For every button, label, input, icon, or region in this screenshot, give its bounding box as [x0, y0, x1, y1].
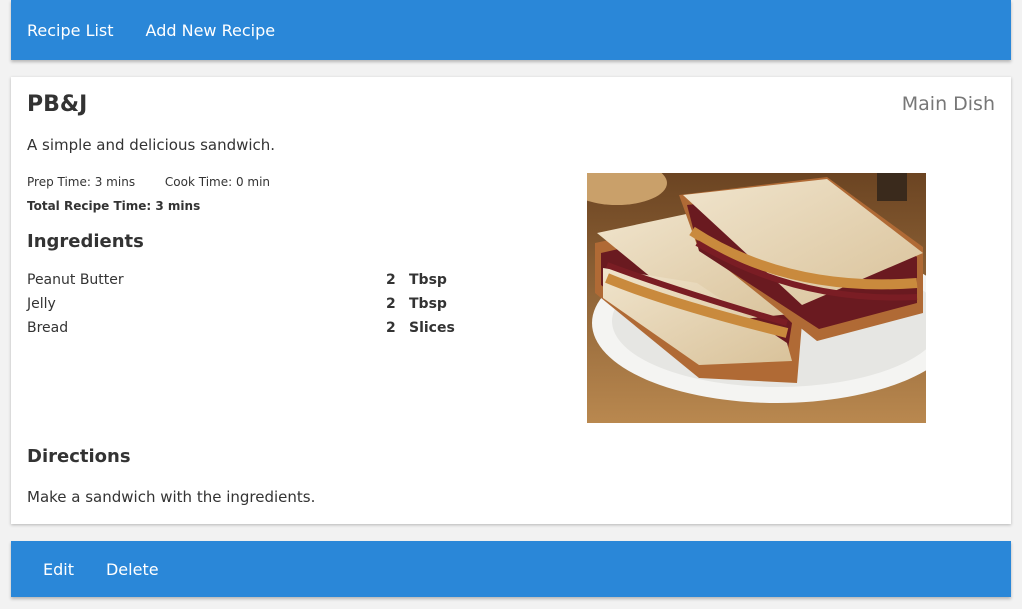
recipe-card: PB&J Main Dish A simple and delicious sa…: [11, 77, 1011, 524]
ingredients-list: Peanut Butter 2 Tbsp Jelly 2 Tbsp Bread …: [27, 272, 457, 344]
sandwich-photo: [587, 173, 926, 423]
delete-button[interactable]: Delete: [106, 560, 159, 579]
ingredient-qty: 2: [386, 272, 396, 288]
ingredient-name: Jelly: [27, 296, 56, 312]
ingredient-name: Peanut Butter: [27, 272, 124, 288]
nav-recipe-list[interactable]: Recipe List: [27, 21, 114, 40]
recipe-category: Main Dish: [901, 93, 995, 115]
ingredient-qty: 2: [386, 296, 396, 312]
cook-time: Cook Time: 0 min: [164, 175, 271, 189]
directions-text: Make a sandwich with the ingredients.: [27, 488, 316, 506]
top-navbar: Recipe List Add New Recipe: [11, 0, 1011, 60]
ingredient-unit: Tbsp: [409, 272, 447, 288]
nav-add-new-recipe[interactable]: Add New Recipe: [146, 21, 276, 40]
ingredient-qty: 2: [386, 320, 396, 336]
directions-heading: Directions: [27, 446, 131, 467]
recipe-times: Prep Time: 3 mins Cook Time: 0 min: [27, 175, 296, 189]
sandwich-illustration: [587, 173, 926, 423]
recipe-description: A simple and delicious sandwich.: [27, 136, 276, 154]
ingredient-row: Peanut Butter 2 Tbsp: [27, 272, 457, 296]
ingredient-unit: Slices: [409, 320, 455, 336]
prep-time: Prep Time: 3 mins: [27, 175, 136, 189]
total-time: Total Recipe Time: 3 mins: [27, 199, 201, 213]
recipe-title: PB&J: [27, 92, 88, 117]
ingredients-heading: Ingredients: [27, 231, 144, 252]
ingredient-row: Bread 2 Slices: [27, 320, 457, 344]
ingredient-unit: Tbsp: [409, 296, 447, 312]
edit-button[interactable]: Edit: [43, 560, 74, 579]
action-bar: Edit Delete: [11, 541, 1011, 597]
ingredient-name: Bread: [27, 320, 69, 336]
ingredient-row: Jelly 2 Tbsp: [27, 296, 457, 320]
